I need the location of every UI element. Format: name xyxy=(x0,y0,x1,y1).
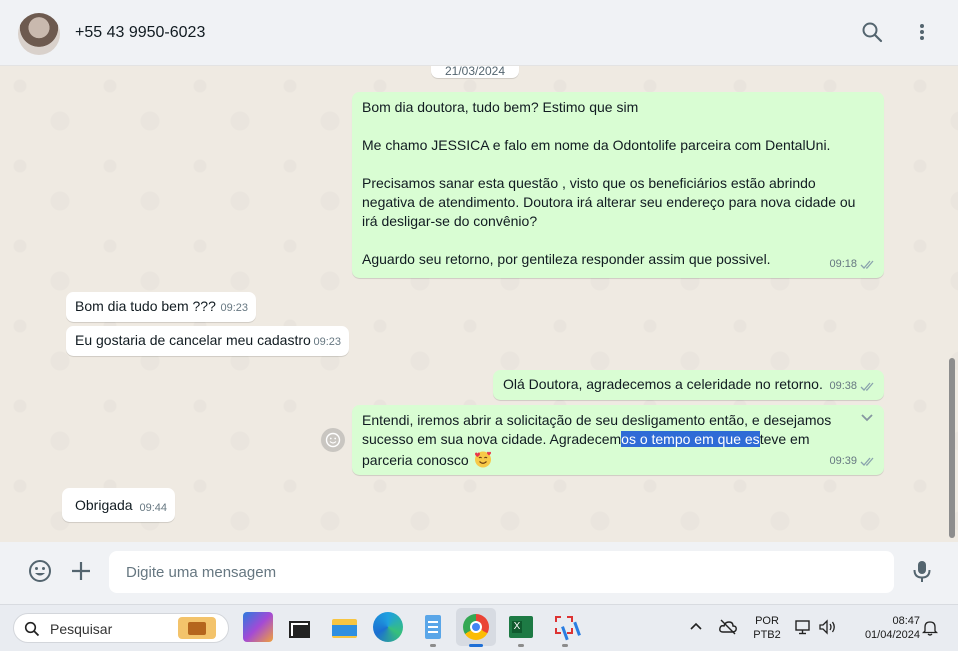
menu-kebab-icon[interactable] xyxy=(910,20,934,44)
message-meta: 09:38 xyxy=(829,377,876,396)
copilot-icon[interactable] xyxy=(243,612,273,642)
task-view-icon[interactable] xyxy=(284,612,314,642)
message-text: Olá Doutora, agradecemos a celeridade no… xyxy=(503,376,823,392)
message-outgoing[interactable]: Olá Doutora, agradecemos a celeridade no… xyxy=(493,370,884,400)
read-ticks-icon xyxy=(860,382,874,391)
scrollbar-thumb[interactable] xyxy=(949,358,955,538)
volume-icon[interactable] xyxy=(818,619,838,635)
message-meta: 09:23 xyxy=(313,333,341,352)
message-incoming[interactable]: Obrigada 09:44 xyxy=(62,488,175,522)
date-chip: 21/03/2024 xyxy=(431,66,519,78)
excel-icon[interactable]: X xyxy=(506,612,536,647)
message-time: 09:38 xyxy=(829,380,857,392)
language-line2: PTB2 xyxy=(753,629,781,641)
message-outgoing[interactable]: Entendi, iremos abrir a solicitação de s… xyxy=(352,405,884,475)
message-input[interactable] xyxy=(109,551,894,593)
chat-panel[interactable]: 21/03/2024 Bom dia doutora, tudo bem? Es… xyxy=(0,66,958,542)
compose-bar xyxy=(0,542,958,604)
message-text: Bom dia tudo bem ??? xyxy=(75,298,216,314)
cloud-offline-icon[interactable] xyxy=(718,618,738,636)
edge-browser-icon[interactable] xyxy=(373,612,403,642)
show-hidden-icons-chevron-icon[interactable] xyxy=(689,621,703,631)
snipping-tool-icon[interactable] xyxy=(550,612,581,647)
message-text: Bom dia doutora, tudo bem? Estimo que si… xyxy=(362,99,856,267)
message-incoming[interactable]: Bom dia tudo bem ??? 09:23 xyxy=(66,292,256,322)
message-time: 09:39 xyxy=(829,455,857,467)
message-meta: 09:44 xyxy=(139,499,167,518)
chat-header: +55 43 9950-6023 xyxy=(0,0,958,66)
message-text: Entendi, iremos abrir a solicitação de s… xyxy=(362,411,854,470)
search-icon[interactable] xyxy=(860,20,884,44)
briefcase-icon xyxy=(178,617,216,639)
active-indicator xyxy=(469,644,483,647)
notepad-icon[interactable] xyxy=(418,612,448,647)
message-time: 09:18 xyxy=(829,258,857,270)
clock-time: 08:47 xyxy=(892,615,920,627)
taskbar-search[interactable]: Pesquisar xyxy=(13,613,229,643)
plus-icon[interactable] xyxy=(68,558,94,584)
chevron-down-icon[interactable] xyxy=(860,413,874,423)
message-text: Eu gostaria de cancelar meu cadastro xyxy=(75,332,311,348)
selected-text: os o tempo em que es xyxy=(621,431,760,447)
notification-bell-icon[interactable] xyxy=(922,619,938,637)
message-incoming[interactable]: Eu gostaria de cancelar meu cadastro 09:… xyxy=(66,326,349,356)
message-time: 09:23 xyxy=(220,302,248,314)
network-icon[interactable] xyxy=(794,619,812,635)
language-indicator[interactable]: POR PTB2 xyxy=(750,614,784,642)
running-indicator xyxy=(518,644,524,647)
windows-taskbar: Pesquisar X POR PTB2 08:47 01/04/2024 xyxy=(0,604,958,651)
message-time: 09:44 xyxy=(139,502,167,514)
message-meta: 09:18 xyxy=(829,255,876,274)
chat-scrollbar[interactable] xyxy=(946,66,958,542)
running-indicator xyxy=(562,644,568,647)
smiling-face-with-hearts-emoji xyxy=(474,451,491,468)
message-meta: 09:23 xyxy=(220,299,248,318)
emoji-react-icon xyxy=(325,432,341,448)
emoji-icon[interactable] xyxy=(27,558,53,584)
search-icon xyxy=(24,621,40,637)
read-ticks-icon xyxy=(860,457,874,466)
message-time: 09:23 xyxy=(313,336,341,348)
contact-name[interactable]: +55 43 9950-6023 xyxy=(75,24,205,42)
reaction-button[interactable] xyxy=(321,428,345,452)
file-explorer-icon[interactable] xyxy=(329,612,359,642)
taskbar-clock[interactable]: 08:47 01/04/2024 xyxy=(848,614,920,642)
message-meta: 09:39 xyxy=(829,452,876,471)
running-indicator xyxy=(430,644,436,647)
contact-avatar[interactable] xyxy=(18,13,60,55)
clock-date: 01/04/2024 xyxy=(864,629,920,641)
language-line1: POR xyxy=(755,615,779,627)
message-outgoing[interactable]: Bom dia doutora, tudo bem? Estimo que si… xyxy=(352,92,884,278)
chrome-browser-icon[interactable] xyxy=(456,608,496,647)
taskbar-search-label: Pesquisar xyxy=(50,621,113,637)
read-ticks-icon xyxy=(860,260,874,269)
mic-icon[interactable] xyxy=(909,558,935,584)
message-text: Obrigada xyxy=(75,497,133,513)
